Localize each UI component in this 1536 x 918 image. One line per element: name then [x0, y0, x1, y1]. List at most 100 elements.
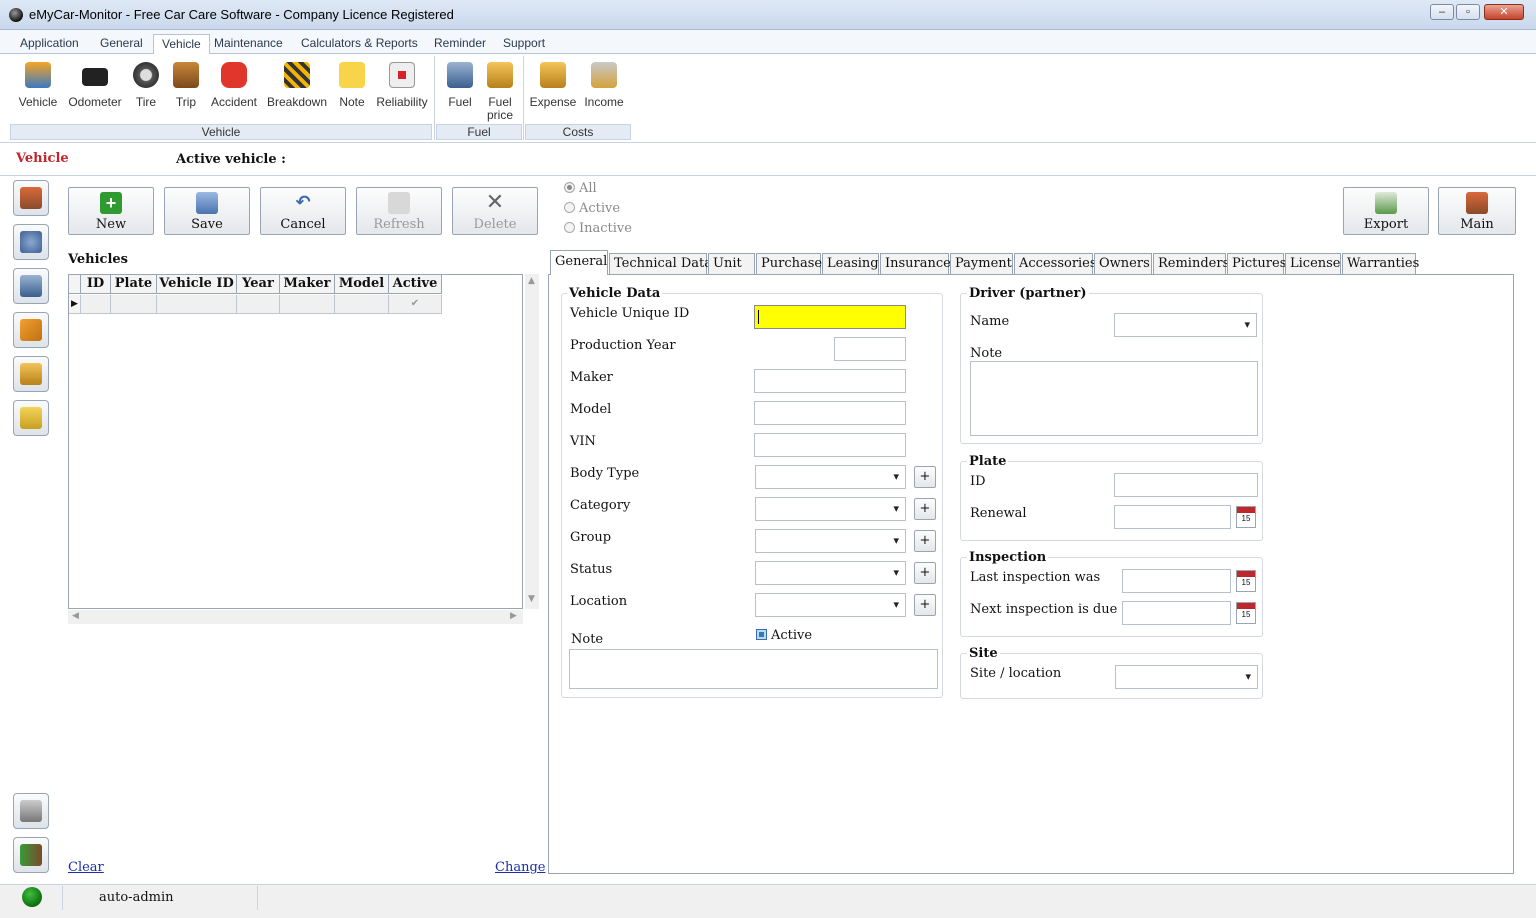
- ribbon-reliability-button[interactable]: Reliability: [374, 58, 430, 109]
- tab-support[interactable]: Support: [495, 34, 553, 54]
- main-button[interactable]: Main: [1438, 187, 1516, 235]
- delete-button[interactable]: ✕ Delete: [452, 187, 538, 235]
- ribbon-breakdown-button[interactable]: Breakdown: [266, 58, 328, 109]
- tab-reminder[interactable]: Reminder: [426, 34, 494, 54]
- tab-leasing[interactable]: Leasing: [822, 253, 879, 274]
- nav-costs-button[interactable]: [13, 356, 49, 392]
- table-cell[interactable]: [280, 295, 335, 314]
- tab-purchase[interactable]: Purchase: [756, 253, 822, 274]
- table-cell[interactable]: [81, 295, 111, 314]
- tab-vehicle[interactable]: Vehicle: [153, 34, 210, 54]
- scroll-right-icon[interactable]: ▶: [510, 611, 517, 621]
- plate-id-input[interactable]: [1114, 473, 1258, 497]
- nav-home-button[interactable]: [13, 180, 49, 216]
- refresh-button[interactable]: Refresh: [356, 187, 442, 235]
- table-cell[interactable]: [111, 295, 157, 314]
- filter-inactive-radio[interactable]: Inactive: [564, 221, 632, 236]
- tab-unit[interactable]: Unit: [708, 253, 755, 274]
- ribbon-odometer-button[interactable]: Odometer: [64, 58, 126, 109]
- last-inspection-date-input[interactable]: [1122, 569, 1231, 593]
- column-header-active[interactable]: Active: [389, 275, 442, 294]
- add-group-button[interactable]: +: [914, 530, 936, 552]
- grid-vertical-scrollbar[interactable]: ▲ ▼: [525, 274, 539, 609]
- category-select[interactable]: [755, 497, 906, 521]
- new-button[interactable]: + New: [68, 187, 154, 235]
- status-select[interactable]: [755, 561, 906, 585]
- add-location-button[interactable]: +: [914, 594, 936, 616]
- tab-license[interactable]: License: [1285, 253, 1341, 274]
- column-header-maker[interactable]: Maker: [280, 275, 335, 294]
- table-cell[interactable]: [335, 295, 389, 314]
- column-header-id[interactable]: ID: [81, 275, 111, 294]
- active-checkbox[interactable]: [756, 629, 767, 640]
- model-input[interactable]: [754, 401, 906, 425]
- cancel-button[interactable]: ↶ Cancel: [260, 187, 346, 235]
- ribbon-income-button[interactable]: Income: [580, 58, 628, 109]
- vehicles-grid[interactable]: [68, 274, 523, 609]
- maximize-button[interactable]: ▫: [1456, 4, 1480, 20]
- tab-general-form[interactable]: General: [550, 250, 608, 275]
- driver-name-select[interactable]: [1114, 313, 1257, 337]
- vin-input[interactable]: [754, 433, 906, 457]
- export-button[interactable]: Export: [1343, 187, 1429, 235]
- ribbon-fuel-price-button[interactable]: Fuel price: [482, 58, 518, 122]
- nav-fuel-button[interactable]: [13, 268, 49, 304]
- ribbon-expense-button[interactable]: Expense: [528, 58, 578, 109]
- tab-general[interactable]: General: [92, 34, 151, 54]
- filter-active-radio[interactable]: Active: [564, 201, 620, 216]
- add-body-type-button[interactable]: +: [914, 466, 936, 488]
- tab-pictures[interactable]: Pictures: [1227, 253, 1286, 274]
- nav-maintenance-button[interactable]: [13, 312, 49, 348]
- tab-calculators-reports[interactable]: Calculators & Reports: [293, 34, 426, 54]
- save-button[interactable]: Save: [164, 187, 250, 235]
- table-cell[interactable]: [237, 295, 280, 314]
- tab-owners[interactable]: Owners: [1094, 253, 1152, 274]
- add-status-button[interactable]: +: [914, 562, 936, 584]
- body-type-select[interactable]: [755, 465, 906, 489]
- next-inspection-date-input[interactable]: [1122, 601, 1231, 625]
- site-location-select[interactable]: [1115, 665, 1258, 689]
- vehicle-unique-id-input[interactable]: [754, 305, 906, 329]
- change-link[interactable]: Change: [495, 860, 545, 875]
- nav-settings-button[interactable]: [13, 224, 49, 260]
- scroll-down-icon[interactable]: ▼: [528, 594, 535, 604]
- table-cell[interactable]: [157, 295, 237, 314]
- note-textarea[interactable]: [569, 649, 938, 689]
- ribbon-fuel-button[interactable]: Fuel: [444, 58, 476, 109]
- tab-insurance[interactable]: Insurance: [880, 253, 951, 274]
- nav-reminder-button[interactable]: [13, 400, 49, 436]
- column-header-vehicle-id[interactable]: Vehicle ID: [157, 275, 237, 294]
- column-header-plate[interactable]: Plate: [111, 275, 157, 294]
- clear-link[interactable]: Clear: [68, 860, 104, 875]
- grid-horizontal-scrollbar[interactable]: ◀ ▶: [68, 610, 523, 624]
- add-category-button[interactable]: +: [914, 498, 936, 520]
- scroll-up-icon[interactable]: ▲: [528, 276, 535, 286]
- driver-note-textarea[interactable]: [970, 361, 1258, 436]
- calendar-icon[interactable]: 15: [1236, 570, 1256, 592]
- ribbon-note-button[interactable]: Note: [334, 58, 370, 109]
- ribbon-accident-button[interactable]: Accident: [208, 58, 260, 109]
- tab-reminders[interactable]: Reminders: [1153, 253, 1229, 274]
- filter-all-radio[interactable]: All: [564, 181, 597, 196]
- location-select[interactable]: [755, 593, 906, 617]
- tab-technical-data[interactable]: Technical Data: [609, 253, 712, 274]
- active-checkbox[interactable]: ✔: [389, 295, 442, 314]
- tab-payment[interactable]: Payment: [950, 253, 1013, 274]
- scroll-left-icon[interactable]: ◀: [72, 611, 79, 621]
- tab-maintenance[interactable]: Maintenance: [206, 34, 291, 54]
- tab-accessories[interactable]: Accessories: [1014, 253, 1097, 274]
- minimize-button[interactable]: –: [1430, 4, 1454, 20]
- ribbon-vehicle-button[interactable]: Vehicle: [14, 58, 62, 109]
- maker-input[interactable]: [754, 369, 906, 393]
- group-select[interactable]: [755, 529, 906, 553]
- nav-lock-button[interactable]: [13, 793, 49, 829]
- tab-warranties[interactable]: Warranties: [1342, 253, 1419, 274]
- production-year-input[interactable]: [834, 337, 906, 361]
- calendar-icon[interactable]: 15: [1236, 506, 1256, 528]
- column-header-year[interactable]: Year: [237, 275, 280, 294]
- tab-application[interactable]: Application: [12, 34, 87, 54]
- plate-renewal-date-input[interactable]: [1114, 505, 1231, 529]
- calendar-icon[interactable]: 15: [1236, 602, 1256, 624]
- ribbon-tire-button[interactable]: Tire: [128, 58, 164, 109]
- nav-exit-button[interactable]: [13, 837, 49, 873]
